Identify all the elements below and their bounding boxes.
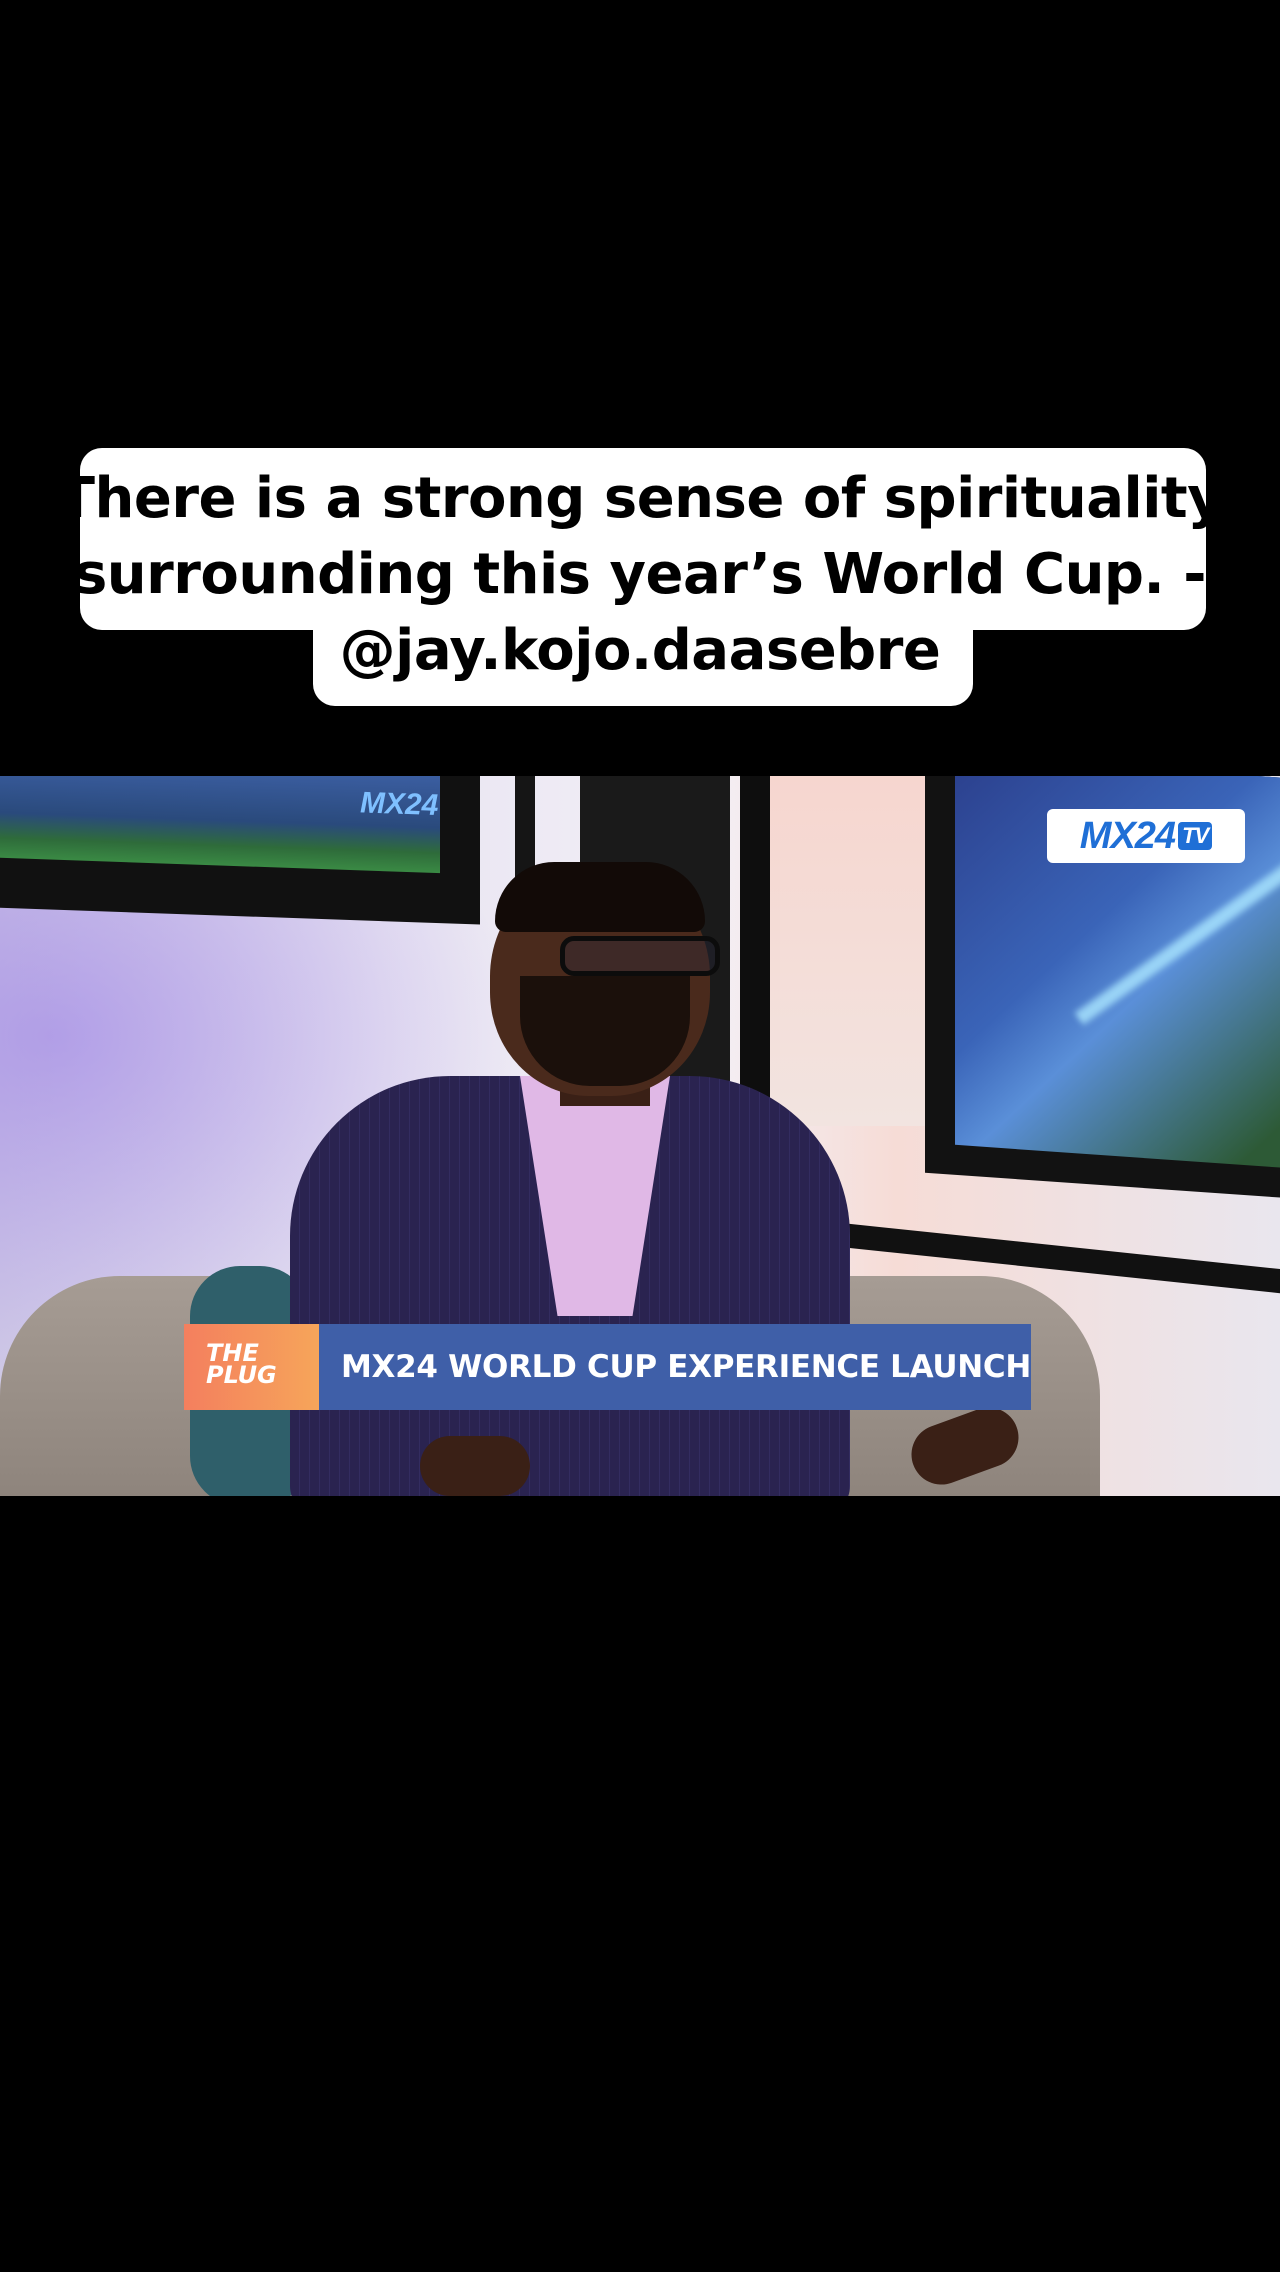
stadium-image-left: MX24 — [0, 776, 440, 874]
background-screen-logo: MX24 — [360, 786, 439, 823]
lower-third-headline: MX24 WORLD CUP EXPERIENCE LAUNCH — [318, 1324, 1031, 1410]
show-tag: THE PLUG — [184, 1324, 319, 1410]
caption-line-3: @jay.kojo.daasebre — [339, 618, 941, 683]
speaker-glasses — [560, 936, 720, 976]
channel-logo-main: MX24 — [1079, 814, 1176, 857]
speaker-hair — [495, 862, 705, 932]
background-tv-screen-left: MX24 — [0, 776, 480, 925]
video-post-page: There is a strong sense of spirituality … — [0, 0, 1280, 2272]
video-frame[interactable]: MX24 MX24 TV THE PLUG MX24 WORLD CUP EXP… — [0, 776, 1280, 1496]
channel-logo-suffix: TV — [1178, 822, 1213, 850]
speaker-beard — [520, 976, 690, 1086]
channel-logo: MX24 TV — [1047, 809, 1245, 863]
speaker-hand-left — [420, 1436, 530, 1496]
studio-panel-lit — [770, 776, 945, 1126]
caption-line-2: surrounding this year’s World Cup. - — [73, 542, 1207, 607]
caption-line-1: There is a strong sense of spirituality — [56, 466, 1224, 531]
show-tag-label: THE PLUG — [206, 1339, 277, 1389]
lower-third-banner: THE PLUG MX24 WORLD CUP EXPERIENCE LAUNC… — [184, 1324, 1031, 1410]
